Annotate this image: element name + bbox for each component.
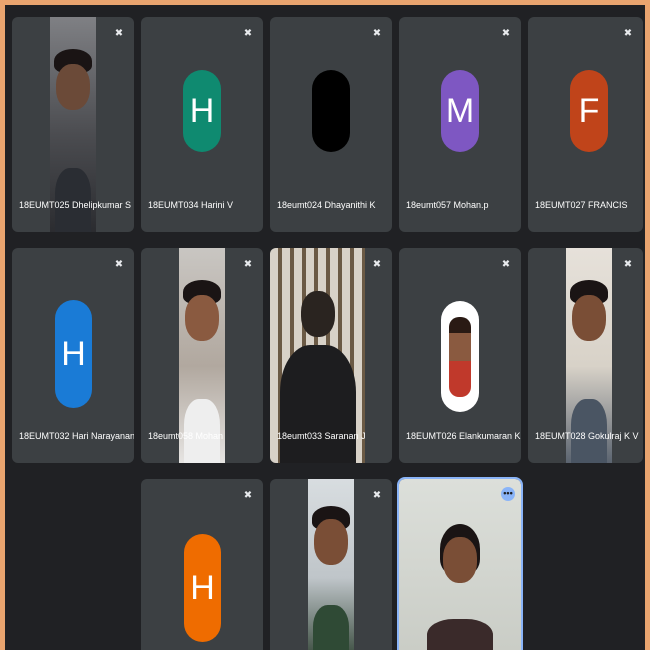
participant-video [419,479,501,650]
mic-off-icon: ✖ [372,490,382,501]
participant-tile[interactable]: H ✖ 18EUMT032 Hari Narayanan K R [12,248,134,463]
participant-name: 18eumt058 Mohan [148,431,224,441]
meeting-grid: ✖ 18EUMT025 Dhelipkumar S H ✖ 18EUMT034 … [5,5,645,650]
participant-video [308,479,354,650]
more-options-icon[interactable]: ••• [501,487,515,501]
participant-tile[interactable]: M ✖ 18eumt057 Mohan.p [399,17,521,232]
participant-photo [449,316,471,397]
participant-tile[interactable]: ✖ 18eumt033 Saranan J [270,248,392,463]
participant-tile[interactable]: F ✖ 18EUMT027 FRANCIS [528,17,643,232]
participant-face [572,295,606,342]
participant-tile[interactable]: H ✖ 18EUMT034 Harini V [141,17,263,232]
participant-name: 18EUMT028 Gokulraj K V [535,431,639,441]
mic-off-icon: ✖ [623,28,633,39]
participant-tile[interactable]: ✖ 18EUMT025 Dhelipkumar S [12,17,134,232]
mic-off-icon: ✖ [243,28,253,39]
mic-off-icon: ✖ [243,259,253,270]
participant-face [443,536,477,583]
participant-shirt [312,605,350,650]
participant-name: 18eumt057 Mohan.p [406,200,489,210]
participant-face [300,291,335,337]
participant-name: 18EUMT032 Hari Narayanan K R [19,431,134,441]
participant-name: 18EUMT025 Dhelipkumar S [19,200,132,210]
participant-tile[interactable]: ✖ 18EUMT028 Gokulraj K V [528,248,643,463]
participant-avatar: H [184,534,221,642]
participant-avatar: H [55,300,92,408]
mic-off-icon: ✖ [623,259,633,270]
participant-name: 18eumt024 Dhayanithi K [277,200,376,210]
participant-face [56,64,90,111]
participant-shirt [279,344,356,463]
participant-avatar: F [570,70,608,152]
participant-avatar [441,301,479,412]
participant-tile[interactable]: ✖ [270,479,392,650]
mic-off-icon: ✖ [372,259,382,270]
mic-off-icon: ✖ [114,28,124,39]
participant-tile[interactable]: H ✖ [141,479,263,650]
participant-tile[interactable]: ✖ 18EUMT026 Elankumaran K [399,248,521,463]
mic-off-icon: ✖ [114,259,124,270]
participant-avatar: M [441,70,479,152]
participant-face [314,518,348,565]
mic-off-icon: ✖ [243,490,253,501]
participant-name: 18EUMT027 FRANCIS [535,200,628,210]
mic-off-icon: ✖ [501,259,511,270]
participant-avatar [312,70,350,152]
mic-off-icon: ✖ [372,28,382,39]
participant-face [185,295,219,342]
mic-off-icon: ✖ [501,28,511,39]
participant-tile[interactable]: ✖ 18eumt024 Dhayanithi K [270,17,392,232]
participant-shirt [427,619,493,650]
participant-name: 18eumt033 Saranan J [277,431,366,441]
participant-avatar: H [183,70,221,152]
participant-tile-active[interactable]: ••• [397,477,523,650]
participant-tile[interactable]: ✖ 18eumt058 Mohan [141,248,263,463]
participant-name: 18EUMT026 Elankumaran K [406,431,521,441]
participant-name: 18EUMT034 Harini V [148,200,234,210]
